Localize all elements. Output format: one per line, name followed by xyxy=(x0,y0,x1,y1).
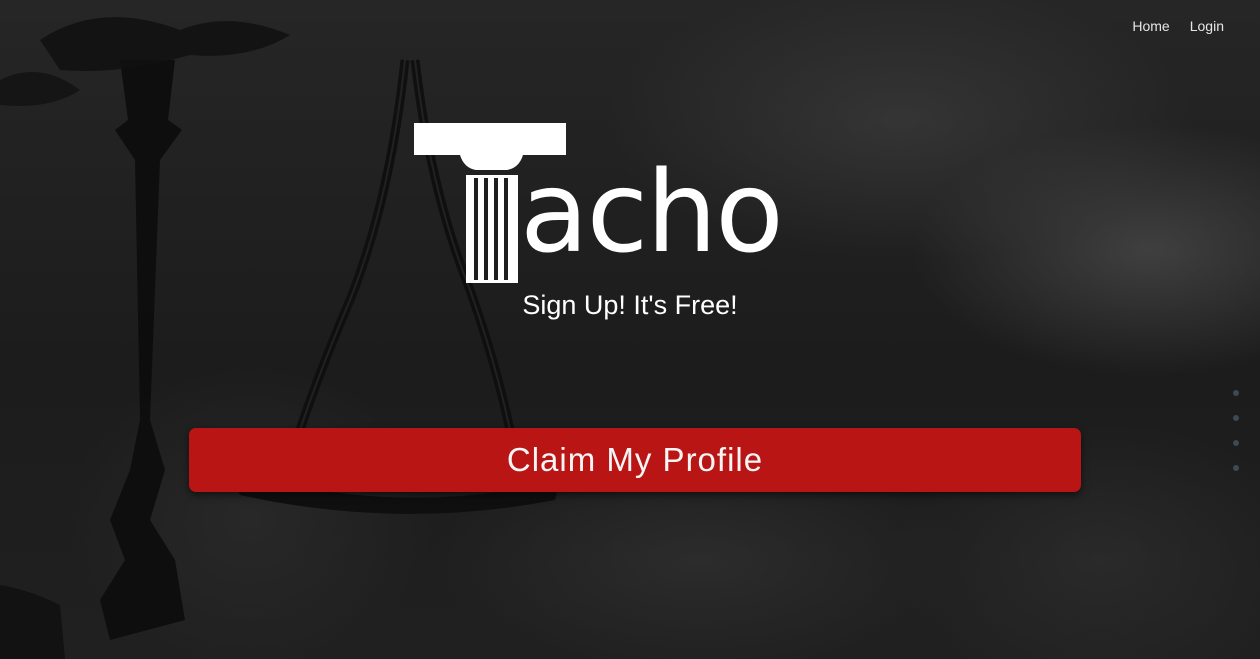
slider-dot[interactable] xyxy=(1233,390,1239,396)
top-nav: Home Login xyxy=(1132,18,1224,34)
nav-home-link[interactable]: Home xyxy=(1132,18,1169,34)
slider-dot[interactable] xyxy=(1233,465,1239,471)
slider-dot[interactable] xyxy=(1233,440,1239,446)
logo-wordmark: acho xyxy=(520,148,784,278)
nav-login-link[interactable]: Login xyxy=(1190,18,1224,34)
slider-pagination xyxy=(1233,390,1239,471)
claim-profile-button[interactable]: Claim My Profile xyxy=(189,428,1081,492)
scales-of-justice-background xyxy=(0,17,560,659)
tacho-logo: acho xyxy=(412,120,832,290)
slider-dot[interactable] xyxy=(1233,415,1239,421)
hero-tagline: Sign Up! It's Free! xyxy=(522,290,738,320)
hero-section: Home Login acho Sign Up! It's Free! Clai… xyxy=(0,0,1260,659)
